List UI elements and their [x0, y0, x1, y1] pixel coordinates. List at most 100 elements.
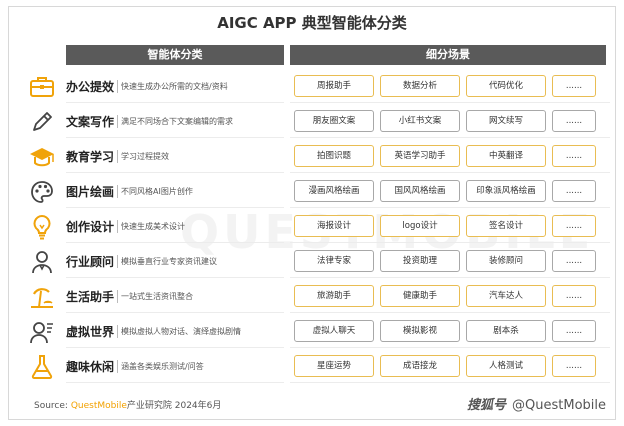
watermark-handle: @QuestMobile — [512, 398, 606, 413]
scenario-chip-more: ...... — [552, 145, 596, 167]
scenario-chip: 成语接龙 — [380, 355, 460, 377]
flask-icon — [20, 350, 64, 383]
category-row-office: 办公提效 快速生成办公所需的文档/资料 周报助手 数据分析 代码优化 .....… — [20, 70, 610, 103]
category-desc: 一站式生活资讯整合 — [121, 291, 194, 301]
scenario-chip: 模拟影视 — [380, 320, 460, 342]
source-brand: QuestMobile — [70, 401, 127, 411]
scenario-chip: 小红书文案 — [380, 110, 460, 132]
category-desc: 满足不同场合下文案编辑的需求 — [121, 116, 234, 126]
scenario-list: 海报设计 logo设计 签名设计 ...... — [290, 210, 610, 243]
divider — [117, 79, 119, 93]
scenario-chip: 印象派风格绘画 — [466, 180, 546, 202]
divider — [117, 219, 119, 233]
briefcase-icon — [20, 70, 64, 103]
palette-icon — [20, 175, 64, 208]
header-category: 智能体分类 — [66, 45, 284, 65]
scenario-chip-more: ...... — [552, 355, 596, 377]
scenario-list: 漫画风格绘画 国风风格绘画 印象派风格绘画 ...... — [290, 175, 610, 208]
category-row-leisure: 趣味休闲 涵盖各类娱乐测试/问答 星座运势 成语接龙 人格测试 ...... — [20, 350, 610, 383]
category-row-copywriting: 文案写作 满足不同场合下文案编辑的需求 朋友圈文案 小红书文案 网文续写 ...… — [20, 105, 610, 138]
scenario-chip-more: ...... — [552, 110, 596, 132]
category-cell: 办公提效 快速生成办公所需的文档/资料 — [66, 70, 284, 103]
category-row-education: 教育学习 学习过程提效 拍图识题 英语学习助手 中英翻译 ...... — [20, 140, 610, 173]
category-row-consultant: 行业顾问 模拟垂直行业专家资讯建议 法律专家 投资助理 装修顾问 ...... — [20, 245, 610, 278]
category-row-life: 生活助手 一站式生活资讯整合 旅游助手 健康助手 汽车达人 ...... — [20, 280, 610, 313]
category-name: 行业顾问 — [66, 254, 115, 269]
category-name: 教育学习 — [66, 149, 115, 164]
scenario-chip: 代码优化 — [466, 75, 546, 97]
scenario-chip: 朋友圈文案 — [294, 110, 374, 132]
category-name: 办公提效 — [66, 79, 115, 94]
category-desc: 不同风格AI图片创作 — [121, 186, 193, 196]
divider — [117, 324, 119, 338]
lightbulb-icon — [20, 210, 64, 243]
scenario-chip: 人格测试 — [466, 355, 546, 377]
scenario-chip: 漫画风格绘画 — [294, 180, 374, 202]
category-cell: 文案写作 满足不同场合下文案编辑的需求 — [66, 105, 284, 138]
category-cell: 创作设计 快速生成美术设计 — [66, 210, 284, 243]
persona-icon — [20, 315, 64, 348]
category-desc: 快速生成办公所需的文档/资料 — [121, 81, 228, 91]
scenario-chip: 旅游助手 — [294, 285, 374, 307]
scenario-list: 星座运势 成语接龙 人格测试 ...... — [290, 350, 610, 383]
divider — [117, 149, 119, 163]
category-desc: 涵盖各类娱乐测试/问答 — [121, 361, 204, 371]
scenario-chip: 剧本杀 — [466, 320, 546, 342]
divider — [117, 289, 119, 303]
source-note: Source: QuestMobile产业研究院 2024年6月 — [34, 398, 221, 411]
divider — [117, 254, 119, 268]
scenario-chip-more: ...... — [552, 320, 596, 342]
sohu-logo: 搜狐号 — [467, 398, 507, 413]
scenario-chip: 汽车达人 — [466, 285, 546, 307]
category-name: 生活助手 — [66, 289, 115, 304]
scenario-chip: 虚拟人聊天 — [294, 320, 374, 342]
sohu-watermark: 搜狐号 @QuestMobile — [467, 394, 606, 413]
category-name: 图片绘画 — [66, 184, 115, 199]
source-prefix: Source: — [34, 401, 71, 411]
category-cell: 生活助手 一站式生活资讯整合 — [66, 280, 284, 313]
scenario-chip: 中英翻译 — [466, 145, 546, 167]
scenario-chip-more: ...... — [552, 285, 596, 307]
scenario-chip: 周报助手 — [294, 75, 374, 97]
divider — [117, 184, 119, 198]
category-name: 虚拟世界 — [66, 324, 115, 339]
category-cell: 教育学习 学习过程提效 — [66, 140, 284, 173]
divider — [117, 114, 119, 128]
scenario-chip: 英语学习助手 — [380, 145, 460, 167]
graduation-cap-icon — [20, 140, 64, 173]
category-cell: 虚拟世界 模拟虚拟人物对话、演绎虚拟剧情 — [66, 315, 284, 348]
category-row-painting: 图片绘画 不同风格AI图片创作 漫画风格绘画 国风风格绘画 印象派风格绘画 ..… — [20, 175, 610, 208]
category-desc: 模拟垂直行业专家资讯建议 — [121, 256, 218, 266]
category-name: 文案写作 — [66, 114, 115, 129]
scenario-list: 朋友圈文案 小红书文案 网文续写 ...... — [290, 105, 610, 138]
scenario-list: 法律专家 投资助理 装修顾问 ...... — [290, 245, 610, 278]
scenario-chip: 签名设计 — [466, 215, 546, 237]
page-title: AIGC APP 典型智能体分类 — [217, 14, 407, 32]
scenario-chip: 法律专家 — [294, 250, 374, 272]
beach-icon — [20, 280, 64, 313]
divider — [117, 359, 119, 373]
scenario-chip: logo设计 — [380, 215, 460, 237]
scenario-chip: 星座运势 — [294, 355, 374, 377]
scenario-list: 旅游助手 健康助手 汽车达人 ...... — [290, 280, 610, 313]
category-cell: 图片绘画 不同风格AI图片创作 — [66, 175, 284, 208]
category-desc: 模拟虚拟人物对话、演绎虚拟剧情 — [121, 326, 242, 336]
category-row-virtual: 虚拟世界 模拟虚拟人物对话、演绎虚拟剧情 虚拟人聊天 模拟影视 剧本杀 ....… — [20, 315, 610, 348]
scenario-chip-more: ...... — [552, 75, 596, 97]
scenario-list: 虚拟人聊天 模拟影视 剧本杀 ...... — [290, 315, 610, 348]
consultant-icon — [20, 245, 64, 278]
header-scenarios: 细分场景 — [290, 45, 606, 65]
category-row-design: 创作设计 快速生成美术设计 海报设计 logo设计 签名设计 ...... — [20, 210, 610, 243]
scenario-chip: 健康助手 — [380, 285, 460, 307]
scenario-chip-more: ...... — [552, 250, 596, 272]
scenario-chip: 数据分析 — [380, 75, 460, 97]
scenario-chip-more: ...... — [552, 215, 596, 237]
scenario-chip: 投资助理 — [380, 250, 460, 272]
category-name: 创作设计 — [66, 219, 115, 234]
scenario-chip: 海报设计 — [294, 215, 374, 237]
category-desc: 快速生成美术设计 — [121, 221, 186, 231]
scenario-chip: 拍图识题 — [294, 145, 374, 167]
source-suffix: 产业研究院 2024年6月 — [126, 401, 222, 411]
category-name: 趣味休闲 — [66, 359, 115, 374]
scenario-chip: 网文续写 — [466, 110, 546, 132]
